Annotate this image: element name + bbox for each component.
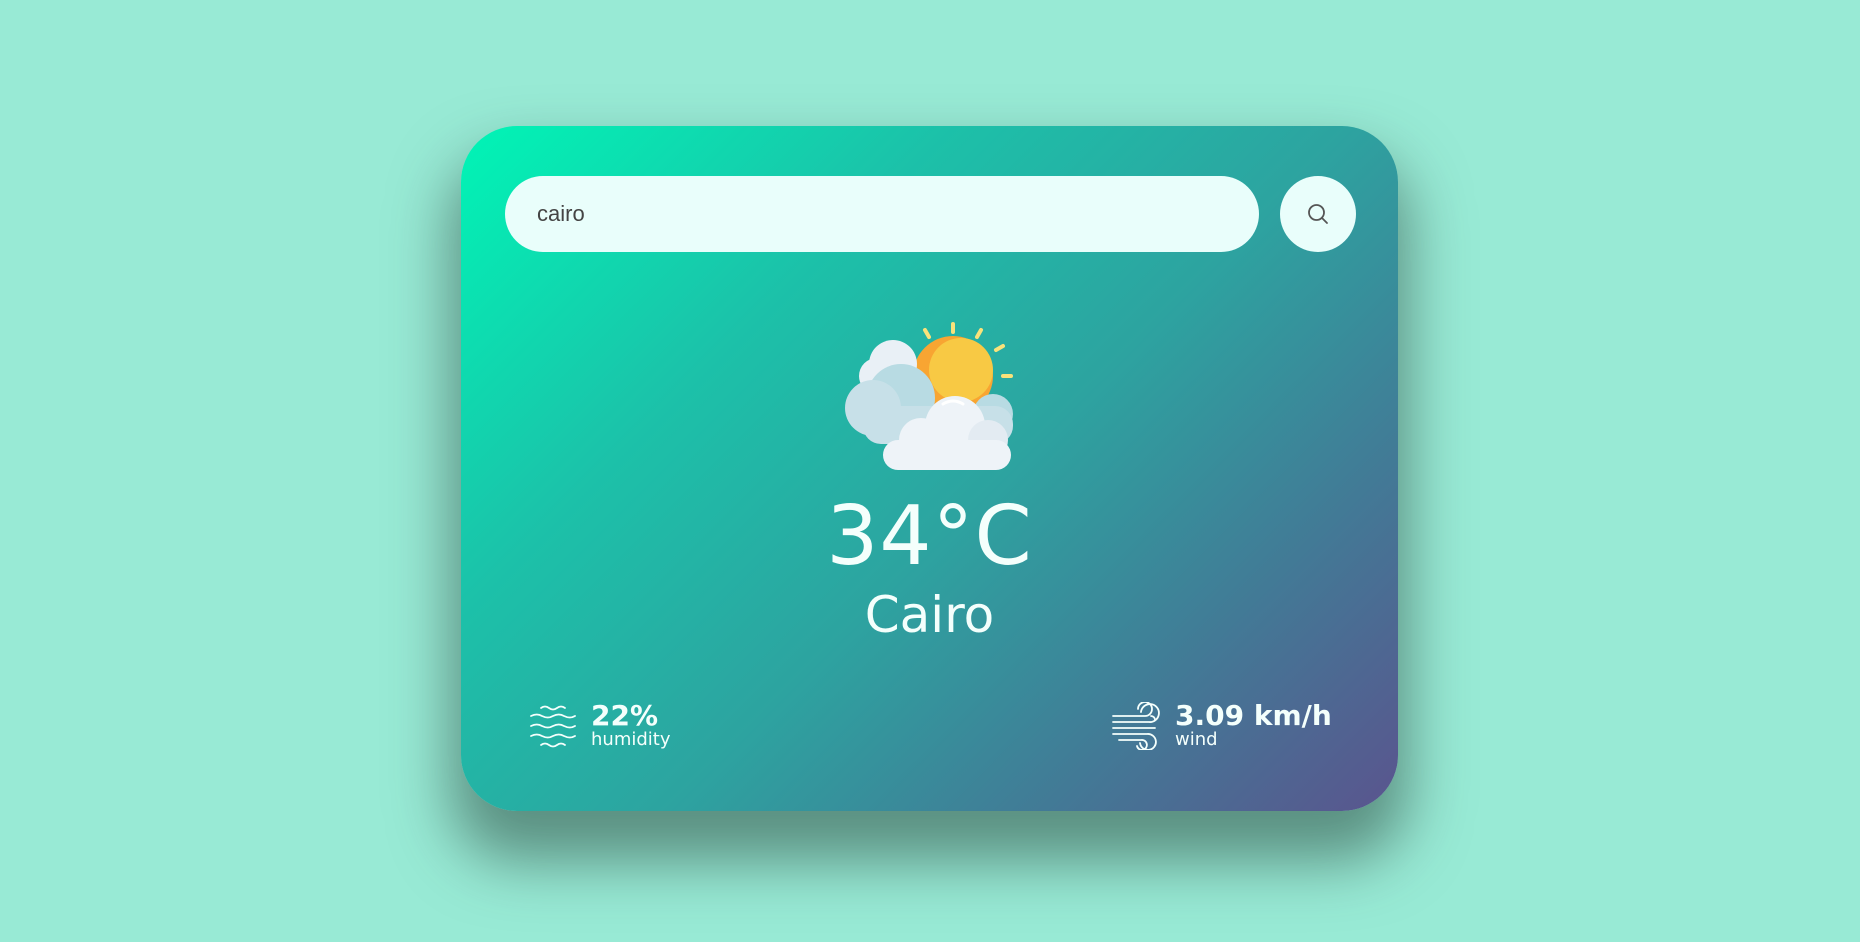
wind-value: 3.09 km/h <box>1175 699 1332 732</box>
humidity-detail: 22% humidity <box>527 701 671 750</box>
search-button[interactable] <box>1280 176 1356 252</box>
city-name: Cairo <box>864 586 995 644</box>
humidity-text: 22% humidity <box>591 701 671 750</box>
search-input[interactable] <box>505 176 1259 252</box>
wind-label: wind <box>1175 729 1218 751</box>
search-icon <box>1308 204 1328 224</box>
wind-icon <box>1112 701 1160 750</box>
humidity-waves-icon <box>530 705 576 747</box>
wind-detail: 3.09 km/h wind <box>1111 701 1332 750</box>
temperature: 34°C <box>826 489 1033 584</box>
humidity-value: 22% <box>591 699 659 732</box>
humidity-label: humidity <box>591 729 671 751</box>
partly-cloudy-icon <box>845 322 1013 470</box>
search-bar <box>505 176 1356 252</box>
weather-card: 34°C Cairo 22% humidity <box>461 126 1398 811</box>
wind-text: 3.09 km/h wind <box>1175 701 1332 750</box>
